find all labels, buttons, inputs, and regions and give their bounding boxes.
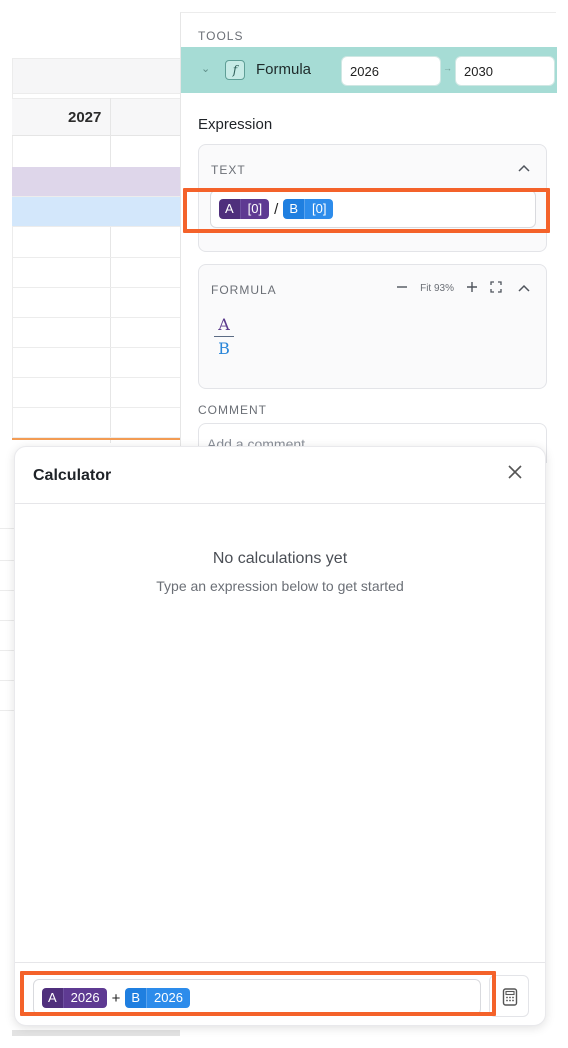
table-row[interactable] <box>12 318 180 348</box>
start-year-field[interactable]: 2026 <box>341 56 441 86</box>
empty-state-title: No calculations yet <box>212 550 348 567</box>
plus-icon[interactable] <box>466 280 478 296</box>
tools-section-title: TOOLS <box>198 29 244 43</box>
sheet-header-row: 2027 <box>12 98 180 136</box>
table-row[interactable] <box>12 167 180 197</box>
calculator-icon <box>502 988 518 1006</box>
table-row[interactable] <box>12 288 180 318</box>
formula-tool-row[interactable]: ⌄ f Formula 2026 → 2030 <box>181 47 557 93</box>
chevron-up-icon[interactable] <box>518 279 530 295</box>
formula-card: FORMULA Fit 93% A B <box>198 264 547 389</box>
chevron-down-icon[interactable]: ⌄ <box>201 62 210 75</box>
minus-icon[interactable] <box>396 280 408 296</box>
function-icon: f <box>225 60 245 80</box>
formula-numerator: A <box>218 315 230 334</box>
close-icon[interactable] <box>507 463 523 486</box>
chevron-up-icon[interactable] <box>518 159 530 175</box>
calculator-title: Calculator <box>33 467 112 484</box>
formula-tool-name: Formula <box>256 61 312 78</box>
selection-line <box>12 438 180 440</box>
highlight-calculator-input <box>20 971 496 1016</box>
formula-denominator: B <box>218 339 230 358</box>
table-row[interactable] <box>12 258 180 288</box>
sheet-toolbar <box>12 58 180 94</box>
end-year-field[interactable]: 2030 <box>455 56 555 86</box>
formula-preview: A B <box>214 315 234 358</box>
table-row[interactable] <box>12 197 180 227</box>
horizontal-scrollbar[interactable] <box>12 1030 180 1036</box>
calculator-header: Calculator <box>15 447 545 504</box>
arrow-right-icon: → <box>443 63 452 73</box>
highlight-text-input <box>183 188 550 233</box>
comment-title: COMMENT <box>198 403 267 417</box>
formula-card-title: FORMULA <box>211 283 277 297</box>
empty-state-subtitle: Type an expression below to get started <box>156 578 404 594</box>
expand-icon[interactable] <box>490 280 502 296</box>
expression-label: Expression <box>198 116 273 133</box>
table-row[interactable] <box>12 348 180 378</box>
zoom-fit-label: Fit 93% <box>420 282 454 294</box>
calculator-panel: Calculator No calculations yet Type an e… <box>14 446 546 1026</box>
table-row[interactable] <box>12 408 180 438</box>
text-card-title: TEXT <box>211 163 246 177</box>
table-row[interactable] <box>12 378 180 408</box>
column-header-2027[interactable]: 2027 <box>68 109 101 126</box>
table-row[interactable] <box>12 228 180 258</box>
